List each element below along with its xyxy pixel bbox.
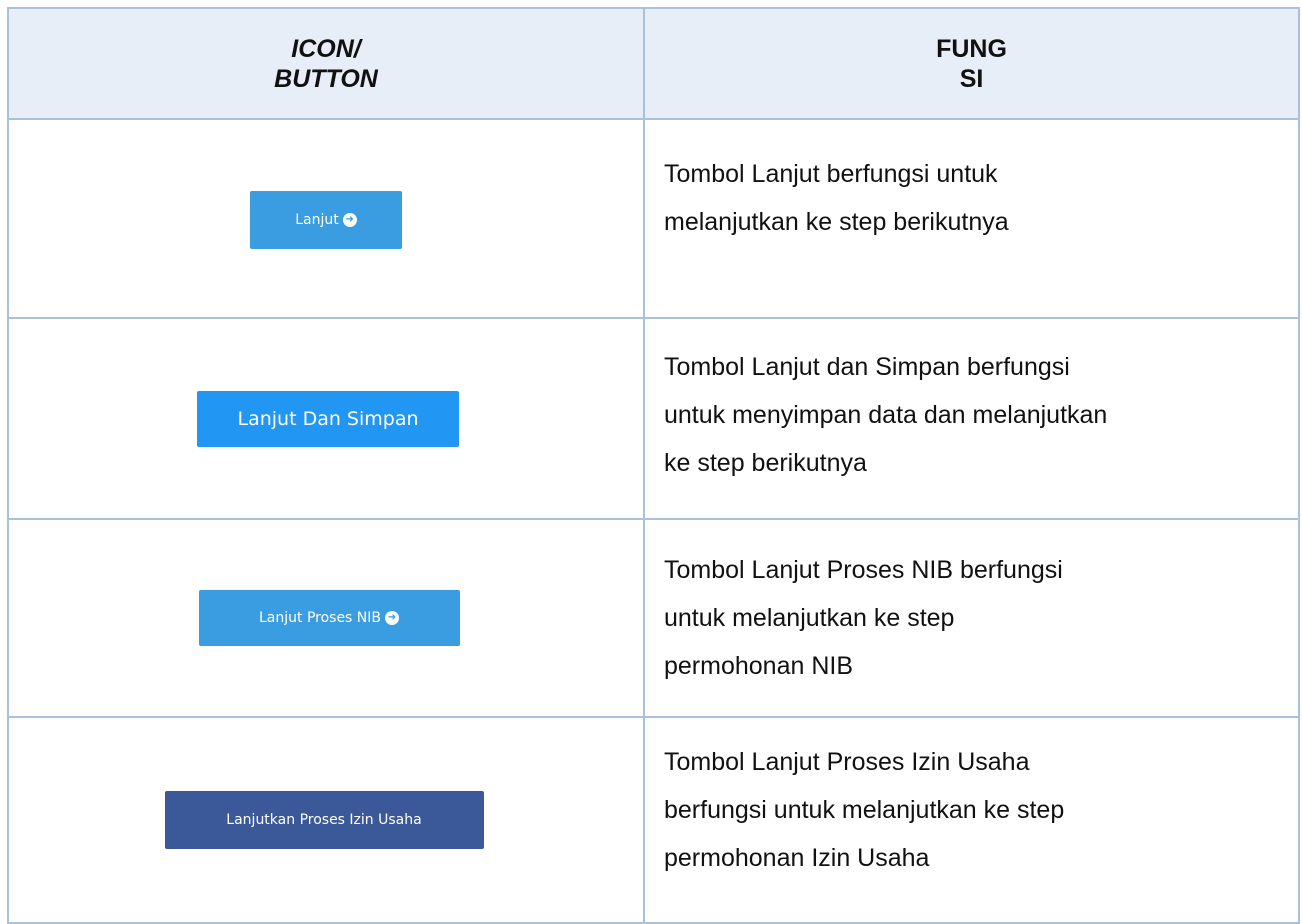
description-line: untuk menyimpan data dan melanjutkan bbox=[664, 401, 1108, 430]
lanjut-button-label: Lanjut bbox=[295, 211, 339, 228]
icon-cell: Lanjut ➜ bbox=[7, 117, 645, 320]
lanjut-proses-nib-button-label: Lanjut Proses NIB bbox=[258, 610, 382, 627]
lanjut-dan-simpan-button-label: Lanjut Dan Simpan bbox=[237, 407, 419, 430]
table-row: Lanjut Dan Simpan Tombol Lanjut dan Simp… bbox=[7, 317, 1300, 520]
header-icon-line-1: ICON/ bbox=[291, 34, 361, 63]
table-row: Lanjut Proses NIB ➜ Tombol Lanjut Proses… bbox=[7, 517, 1300, 719]
header-func-line-2: SI bbox=[959, 64, 984, 93]
description-line: melanjutkan ke step berikutnya bbox=[664, 208, 1009, 236]
icon-cell: Lanjut Proses NIB ➜ bbox=[7, 517, 645, 719]
description-cell: Tombol Lanjut Proses NIB berfungsi untuk… bbox=[643, 517, 1300, 719]
description-line: Tombol Lanjut Proses NIB berfungsi bbox=[664, 555, 1063, 584]
description-text: Tombol Lanjut Proses NIB berfungsi untuk… bbox=[645, 520, 1298, 690]
arrow-circle-right-icon: ➜ bbox=[385, 611, 400, 626]
table-row: Lanjut ➜ Tombol Lanjut berfungsi untuk m… bbox=[7, 117, 1300, 320]
description-line: untuk melanjutkan ke step bbox=[664, 603, 955, 632]
header-icon-button: ICON/ BUTTON bbox=[7, 7, 645, 120]
table-row: Lanjutkan Proses Izin Usaha Tombol Lanju… bbox=[7, 716, 1300, 924]
header-fungsi: FUNG SI bbox=[643, 7, 1300, 120]
lanjutkan-proses-izin-usaha-button[interactable]: Lanjutkan Proses Izin Usaha bbox=[164, 791, 484, 850]
description-line: ke step berikutnya bbox=[664, 449, 867, 478]
icon-cell: Lanjutkan Proses Izin Usaha bbox=[7, 716, 645, 924]
description-line: Tombol Lanjut berfungsi untuk bbox=[664, 160, 998, 188]
description-line: berfungsi untuk melanjutkan ke step bbox=[664, 796, 1065, 825]
description-cell: Tombol Lanjut dan Simpan berfungsi untuk… bbox=[643, 317, 1300, 520]
arrow-circle-right-icon: ➜ bbox=[342, 212, 357, 227]
lanjut-button[interactable]: Lanjut ➜ bbox=[250, 190, 402, 249]
description-cell: Tombol Lanjut Proses Izin Usaha berfungs… bbox=[643, 716, 1300, 924]
table-header-row: ICON/ BUTTON FUNG SI bbox=[7, 7, 1300, 120]
lanjutkan-proses-izin-usaha-button-label: Lanjutkan Proses Izin Usaha bbox=[226, 812, 422, 829]
lanjut-dan-simpan-button[interactable]: Lanjut Dan Simpan bbox=[197, 390, 459, 447]
icon-cell: Lanjut Dan Simpan bbox=[7, 317, 645, 520]
lanjut-proses-nib-button[interactable]: Lanjut Proses NIB ➜ bbox=[198, 590, 460, 647]
function-table: ICON/ BUTTON FUNG SI Lanjut ➜ Tombol Lan… bbox=[7, 7, 1300, 924]
description-line: Tombol Lanjut Proses Izin Usaha bbox=[664, 748, 1030, 777]
description-text: Tombol Lanjut Proses Izin Usaha berfungs… bbox=[645, 718, 1298, 882]
description-cell: Tombol Lanjut berfungsi untuk melanjutka… bbox=[643, 117, 1300, 320]
description-text: Tombol Lanjut berfungsi untuk melanjutka… bbox=[645, 120, 1298, 246]
description-line: Tombol Lanjut dan Simpan berfungsi bbox=[664, 353, 1070, 382]
header-icon-line-2: BUTTON bbox=[274, 64, 378, 93]
description-line: permohonan Izin Usaha bbox=[664, 844, 930, 873]
description-line: permohonan NIB bbox=[664, 651, 854, 680]
description-text: Tombol Lanjut dan Simpan berfungsi untuk… bbox=[645, 319, 1298, 487]
header-func-line-1: FUNG bbox=[936, 34, 1007, 63]
